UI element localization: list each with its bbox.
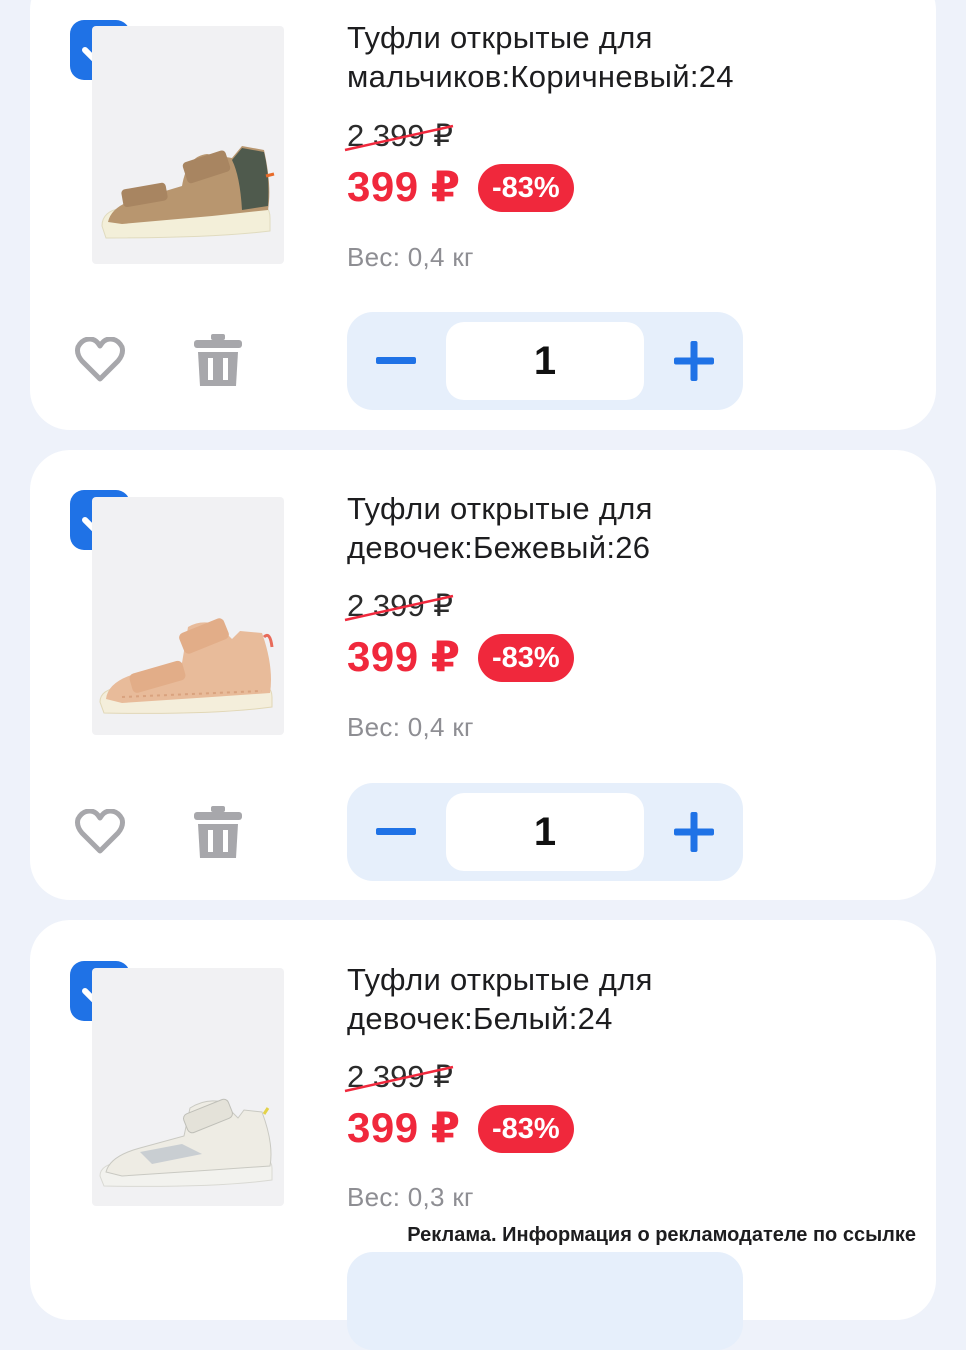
decrease-button[interactable] <box>347 312 445 410</box>
heart-icon <box>75 337 125 382</box>
product-image[interactable] <box>92 26 284 264</box>
product-title[interactable]: Туфли открытые для девочек:Белый:24 <box>347 960 907 1038</box>
decrease-button[interactable] <box>347 783 445 881</box>
product-title[interactable]: Туфли открытые для девочек:Бежевый:26 <box>347 489 907 567</box>
delete-button[interactable] <box>190 332 246 388</box>
old-price: 2 399 ₽ <box>344 588 454 623</box>
quantity-stepper: 1 <box>347 783 743 881</box>
weight-label: Вес: 0,3 кг <box>347 1182 474 1212</box>
trash-icon <box>194 334 242 386</box>
current-price: 399 ₽ <box>347 633 461 680</box>
discount-badge: -83% <box>478 1105 574 1153</box>
increase-button[interactable] <box>645 312 743 410</box>
weight-label: Вес: 0,4 кг <box>347 712 474 742</box>
delete-button[interactable] <box>190 804 246 860</box>
discount-badge: -83% <box>478 164 574 212</box>
quantity-stepper: 1 <box>347 312 743 410</box>
favorite-button[interactable] <box>72 332 128 388</box>
current-price: 399 ₽ <box>347 1104 461 1151</box>
trash-icon <box>194 806 242 858</box>
heart-icon <box>75 809 125 854</box>
weight-label: Вес: 0,4 кг <box>347 242 474 272</box>
old-price: 2 399 ₽ <box>344 1059 454 1094</box>
current-price: 399 ₽ <box>347 163 461 210</box>
discount-badge: -83% <box>478 634 574 682</box>
plus-icon <box>674 341 714 381</box>
product-image[interactable] <box>92 497 284 735</box>
ad-disclaimer[interactable]: Реклама. Информация о рекламодателе по с… <box>407 1224 916 1247</box>
favorite-button[interactable] <box>72 804 128 860</box>
increase-button[interactable] <box>645 783 743 881</box>
cart-item: Туфли открытые для мальчиков:Коричневый:… <box>30 0 936 430</box>
cart-item: Туфли открытые для девочек:Бежевый:26 2 … <box>30 450 936 900</box>
minus-icon <box>376 357 416 364</box>
product-image[interactable] <box>92 968 284 1206</box>
minus-icon <box>376 828 416 835</box>
quantity-value[interactable]: 1 <box>446 322 644 400</box>
plus-icon <box>674 812 714 852</box>
quantity-value[interactable]: 1 <box>446 793 644 871</box>
old-price: 2 399 ₽ <box>344 118 454 153</box>
product-title[interactable]: Туфли открытые для мальчиков:Коричневый:… <box>347 18 907 96</box>
cart-item: Туфли открытые для девочек:Белый:24 2 39… <box>30 920 936 1350</box>
quantity-stepper <box>347 1252 743 1350</box>
